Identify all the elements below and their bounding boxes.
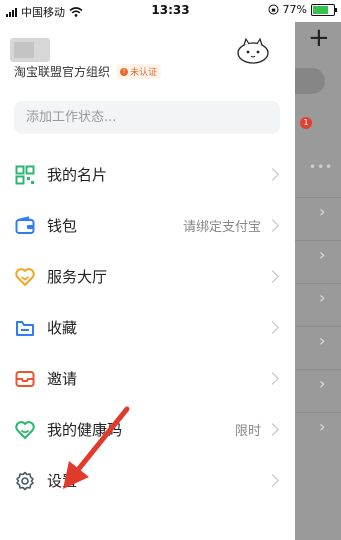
background-divider xyxy=(295,326,341,327)
notification-count-badge: 1 xyxy=(300,117,312,129)
service-hall-icon xyxy=(15,267,35,286)
background-chevron-icon: › xyxy=(319,245,326,264)
avatar[interactable] xyxy=(10,38,50,62)
background-divider xyxy=(295,240,341,241)
side-drawer: 淘宝联盟官方组织 ! 未认证 添加工作状态... 我的名片 钱包 请绑定支付宝 … xyxy=(0,22,295,540)
menu-item-service-hall[interactable]: 服务大厅 xyxy=(0,251,295,302)
battery-percent: 77% xyxy=(282,3,307,16)
annotation-arrow-icon xyxy=(63,406,130,489)
status-bar: 中国移动 13:33 77% xyxy=(0,0,341,22)
profile-org[interactable]: 淘宝联盟官方组织 ! 未认证 xyxy=(14,63,162,80)
status-right: 77% xyxy=(268,3,337,16)
background-divider xyxy=(295,369,341,370)
health-code-icon xyxy=(15,420,35,439)
chevron-right-icon xyxy=(266,423,279,436)
chevron-right-icon xyxy=(266,474,279,487)
menu-label: 邀请 xyxy=(47,370,78,388)
chevron-right-icon xyxy=(266,321,279,334)
background-chevron-icon: › xyxy=(319,202,326,221)
chevron-right-icon xyxy=(266,372,279,385)
menu-label: 我的名片 xyxy=(47,166,108,184)
chevron-right-icon xyxy=(266,270,279,283)
background-divider xyxy=(295,283,341,284)
battery-icon xyxy=(311,3,337,16)
verify-status-label: 未认证 xyxy=(130,68,158,78)
menu-hint: 请绑定支付宝 xyxy=(182,220,261,235)
add-plus-icon[interactable]: + xyxy=(308,24,330,52)
menu-label: 钱包 xyxy=(47,217,78,235)
background-chevron-icon: › xyxy=(319,288,326,307)
chevron-right-icon xyxy=(266,168,279,181)
invite-icon xyxy=(15,370,35,387)
menu-label: 服务大厅 xyxy=(47,268,108,286)
org-name: 淘宝联盟官方组织 xyxy=(14,65,111,79)
wallet-icon xyxy=(15,215,35,234)
menu-hint: 限时 xyxy=(234,424,261,439)
chevron-right-icon xyxy=(266,219,279,232)
background-screen-overlay[interactable]: + 1 ••• › › › › › › xyxy=(295,22,341,540)
menu-label: 收藏 xyxy=(47,319,78,337)
background-chevron-icon: › xyxy=(319,374,326,393)
qr-card-icon xyxy=(15,165,35,184)
menu-item-favorites[interactable]: 收藏 xyxy=(0,302,295,353)
menu-item-settings[interactable]: 设置 xyxy=(0,455,295,506)
orientation-lock-icon xyxy=(268,4,279,15)
alert-icon: ! xyxy=(120,67,129,76)
more-dots-icon: ••• xyxy=(309,160,334,174)
verify-status-badge[interactable]: ! 未认证 xyxy=(116,64,162,79)
background-chevron-icon: › xyxy=(319,417,326,436)
favorites-icon xyxy=(16,320,34,336)
menu-item-invite[interactable]: 邀请 xyxy=(0,353,295,404)
background-search-pill xyxy=(295,68,325,94)
menu-item-business-card[interactable]: 我的名片 xyxy=(0,149,295,200)
work-status-input[interactable]: 添加工作状态... xyxy=(14,101,280,134)
settings-icon xyxy=(16,471,34,490)
background-divider xyxy=(295,412,341,413)
background-chevron-icon: › xyxy=(319,331,326,350)
menu-item-health-code[interactable]: 我的健康码 限时 xyxy=(0,404,295,455)
mascot-icon[interactable] xyxy=(236,36,270,66)
background-divider xyxy=(295,197,341,198)
menu-item-wallet[interactable]: 钱包 请绑定支付宝 xyxy=(0,200,295,251)
